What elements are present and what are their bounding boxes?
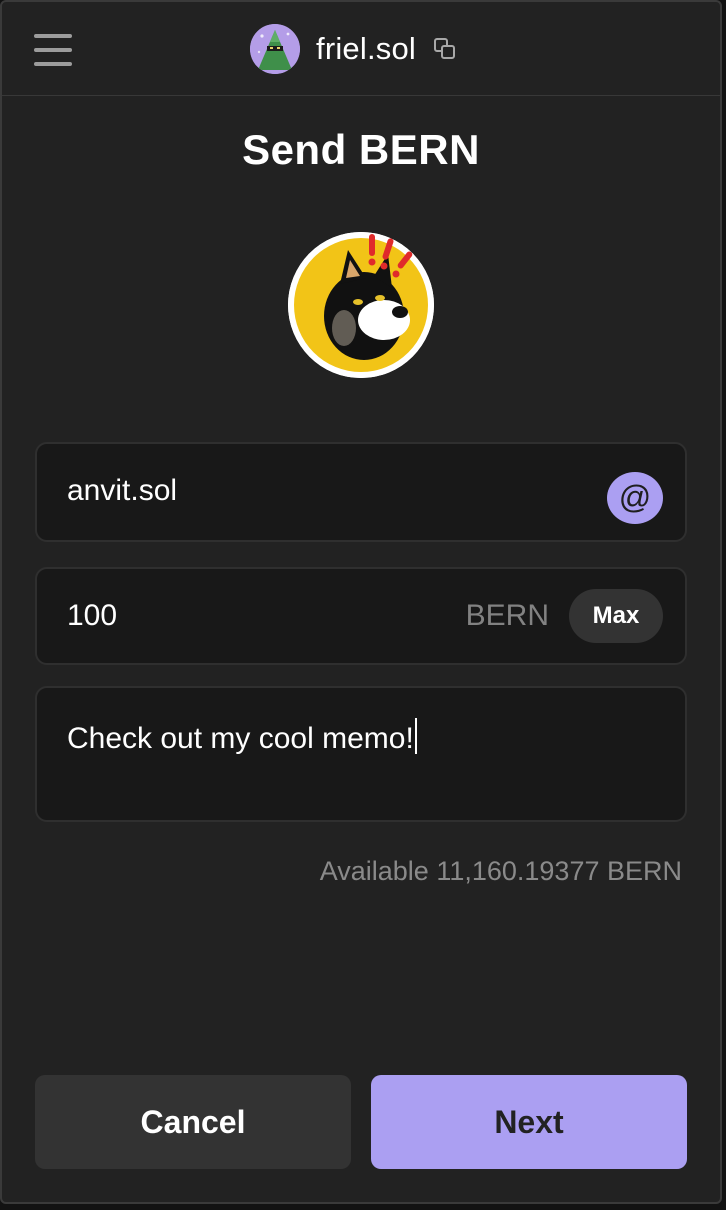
available-balance: Available 11,160.19377 BERN — [319, 856, 682, 886]
memo-input[interactable]: Check out my cool memo! — [67, 718, 417, 756]
amount-unit: BERN — [465, 599, 549, 632]
account-name: friel.sol — [316, 31, 416, 66]
recipient-field[interactable]: anvit.sol @ — [35, 442, 687, 542]
header-bar: friel.sol — [2, 2, 720, 96]
amount-field[interactable]: 100 BERN Max — [35, 567, 687, 665]
address-book-button[interactable]: @ — [607, 472, 663, 524]
hamburger-menu-icon-line — [34, 62, 72, 66]
account-switcher[interactable]: friel.sol — [250, 24, 458, 74]
hamburger-menu-icon-line — [34, 34, 72, 38]
cancel-button[interactable]: Cancel — [35, 1075, 351, 1169]
bern-token-logo-icon — [288, 232, 434, 378]
recipient-input[interactable]: anvit.sol — [67, 474, 177, 508]
text-cursor — [414, 718, 417, 754]
bern-logo-graphic — [288, 232, 434, 378]
hamburger-menu-icon-line — [34, 48, 72, 52]
max-button[interactable]: Max — [569, 589, 663, 643]
amount-input[interactable]: 100 — [67, 599, 117, 633]
memo-text: Check out my cool memo! — [67, 722, 414, 755]
avatar — [250, 24, 300, 74]
page-title: Send BERN — [242, 126, 480, 173]
menu-button[interactable] — [34, 34, 72, 66]
wallet-window: friel.sol Send BERN anvit.sol @ 100 BERN… — [0, 0, 722, 1204]
copy-icon[interactable] — [432, 36, 458, 62]
next-button[interactable]: Next — [371, 1075, 687, 1169]
avatar-icon — [250, 24, 300, 74]
memo-field[interactable]: Check out my cool memo! — [35, 686, 687, 822]
